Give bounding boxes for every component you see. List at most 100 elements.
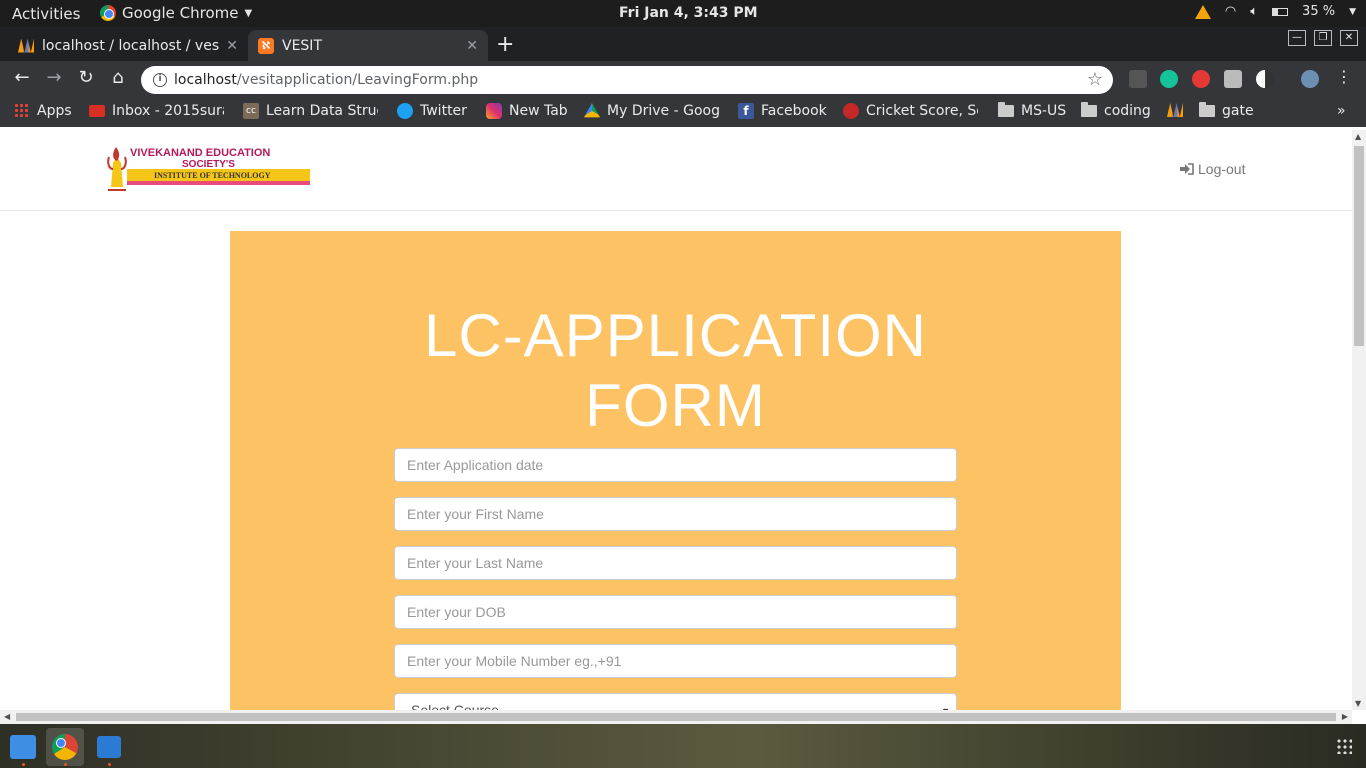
logo-line-2: SOCIETY'S — [182, 159, 235, 170]
horizontal-scroll-thumb[interactable] — [16, 713, 1336, 721]
vesit-logo[interactable]: VIVEKANAND EDUCATION SOCIETY'S INSTITUTE… — [105, 143, 310, 197]
course-select-value: Select Course — [411, 702, 499, 710]
chevron-down-icon: ▼ — [1349, 6, 1356, 17]
bookmark-facebook[interactable]: f Facebook — [738, 103, 827, 119]
cc-icon: cc — [243, 103, 259, 119]
scroll-down-icon[interactable]: ▼ — [1355, 699, 1361, 708]
show-applications-icon[interactable] — [1336, 738, 1352, 754]
close-icon[interactable]: ✕ — [226, 38, 238, 54]
dob-input[interactable] — [394, 595, 957, 629]
extension-icon[interactable] — [1129, 70, 1147, 88]
logout-link[interactable]: Log-out — [1180, 161, 1245, 177]
minimize-icon[interactable]: — — [1288, 30, 1306, 46]
form-title-line-2: FORM — [585, 372, 766, 439]
bookmarks-bar: Apps Inbox - 2015sura cc Learn Data Stru… — [0, 97, 1366, 127]
facebook-icon: f — [738, 103, 754, 119]
application-date-input[interactable] — [394, 448, 957, 482]
tab-title: localhost / localhost / ves — [42, 37, 220, 54]
close-icon[interactable]: ✕ — [466, 38, 478, 54]
adblock-icon[interactable] — [1192, 70, 1210, 88]
clock[interactable]: Fri Jan 4, 3:43 PM — [619, 5, 758, 21]
form-title-line-1: LC-APPLICATION — [424, 302, 927, 369]
bookmark-label: New Tab — [509, 103, 568, 119]
extension-icon[interactable] — [1224, 70, 1242, 88]
close-window-icon[interactable]: ✕ — [1340, 30, 1358, 46]
system-tray[interactable]: ◠ 🔈︎ 35 % ▼ — [1194, 4, 1356, 19]
battery-percent: 35 % — [1302, 4, 1336, 19]
scroll-up-icon[interactable]: ▲ — [1355, 132, 1361, 141]
bookmark-label: MS-US — [1021, 103, 1067, 119]
home-icon[interactable]: ⌂ — [106, 67, 130, 88]
bookmark-label: My Drive - Googl — [607, 103, 719, 119]
bookmark-folder-ms-us[interactable]: MS-US — [998, 102, 1067, 119]
horizontal-scrollbar[interactable]: ◀ ▶ — [0, 710, 1352, 724]
reload-icon[interactable]: ↻ — [74, 67, 98, 88]
files-icon — [10, 735, 36, 759]
forward-icon[interactable]: → — [42, 67, 66, 88]
tab-phpmyadmin[interactable]: localhost / localhost / ves ✕ — [8, 30, 248, 61]
bookmark-inbox[interactable]: Inbox - 2015sura — [89, 103, 224, 119]
bookmark-label: Cricket Score, Sc — [866, 103, 978, 119]
new-tab-button[interactable]: + — [496, 32, 514, 57]
twitter-icon — [397, 103, 413, 119]
tab-title: VESIT — [282, 37, 322, 54]
bookmark-twitter[interactable]: Twitter — [397, 103, 467, 119]
scroll-left-icon[interactable]: ◀ — [4, 712, 10, 721]
apps-grid-icon — [14, 103, 30, 119]
page-viewport: VIVEKANAND EDUCATION SOCIETY'S INSTITUTE… — [0, 130, 1352, 710]
wifi-icon: ◠ — [1224, 4, 1237, 19]
bookmark-label: Facebook — [761, 103, 827, 119]
address-bar[interactable]: i localhost/vesitapplication/LeavingForm… — [141, 66, 1113, 94]
bookmark-my-drive[interactable]: My Drive - Googl — [584, 103, 719, 119]
dock-chrome[interactable] — [46, 728, 84, 766]
avatar[interactable] — [1301, 70, 1319, 88]
drive-icon — [584, 103, 600, 118]
running-indicator — [108, 763, 111, 766]
menu-dots-icon[interactable]: ⋮ — [1332, 67, 1356, 86]
activities-button[interactable]: Activities — [12, 5, 80, 23]
first-name-input[interactable] — [394, 497, 957, 531]
logo-line-1: VIVEKANAND EDUCATION — [130, 147, 270, 159]
bookmark-folder-gate[interactable]: gate — [1199, 102, 1254, 119]
dock-files[interactable] — [4, 728, 42, 766]
form-title: LC-APPLICATION FORM — [230, 301, 1121, 441]
bookmark-cricket-score[interactable]: Cricket Score, Sc — [843, 103, 978, 119]
bookmark-apps[interactable]: Apps — [14, 103, 72, 119]
browser-toolbar: ← → ↻ ⌂ i localhost/vesitapplication/Lea… — [0, 61, 1366, 97]
course-select[interactable]: Select Course ▼ — [394, 693, 957, 710]
grammarly-icon[interactable] — [1160, 70, 1178, 88]
vertical-scroll-thumb[interactable] — [1354, 146, 1364, 346]
instagram-icon — [486, 103, 502, 119]
folder-icon — [1199, 102, 1215, 117]
logo-image: VIVEKANAND EDUCATION SOCIETY'S INSTITUTE… — [105, 143, 310, 195]
restore-icon[interactable]: ❐ — [1314, 30, 1332, 46]
bookmark-new-tab[interactable]: New Tab — [486, 103, 568, 119]
application-form: LC-APPLICATION FORM Select Course ▼ — [230, 231, 1121, 710]
vertical-scrollbar[interactable]: ▲ ▼ — [1352, 130, 1366, 710]
dock-vscode[interactable] — [90, 728, 128, 766]
bookmark-label: Inbox - 2015sura — [112, 103, 224, 119]
bookmark-learn-data-structures[interactable]: cc Learn Data Struc — [243, 103, 378, 119]
scroll-right-icon[interactable]: ▶ — [1342, 712, 1348, 721]
back-icon[interactable]: ← — [10, 67, 34, 88]
sign-in-icon — [1180, 163, 1194, 175]
phpmyadmin-icon — [1167, 103, 1183, 117]
info-icon[interactable]: i — [153, 73, 167, 87]
bookmark-star-icon[interactable]: ☆ — [1087, 69, 1103, 90]
bookmark-phpmyadmin[interactable] — [1167, 103, 1183, 117]
system-top-bar: Activities Google Chrome ▼ Fri Jan 4, 3:… — [0, 0, 1366, 27]
last-name-input[interactable] — [394, 546, 957, 580]
dock — [0, 724, 1366, 768]
bookmark-folder-coding[interactable]: coding — [1081, 102, 1151, 119]
dark-mode-icon[interactable] — [1256, 70, 1274, 88]
bookmark-label: gate — [1222, 103, 1254, 119]
bookmarks-overflow-icon[interactable]: » — [1337, 103, 1346, 119]
mobile-number-input[interactable] — [394, 644, 957, 678]
battery-icon — [1272, 7, 1289, 16]
app-menu[interactable]: Google Chrome ▼ — [100, 4, 252, 22]
chrome-icon — [100, 5, 116, 21]
tab-vesit[interactable]: ℵ VESIT ✕ — [248, 30, 488, 61]
warning-icon — [1194, 4, 1211, 19]
folder-icon — [998, 102, 1014, 117]
xampp-icon: ℵ — [258, 37, 274, 54]
